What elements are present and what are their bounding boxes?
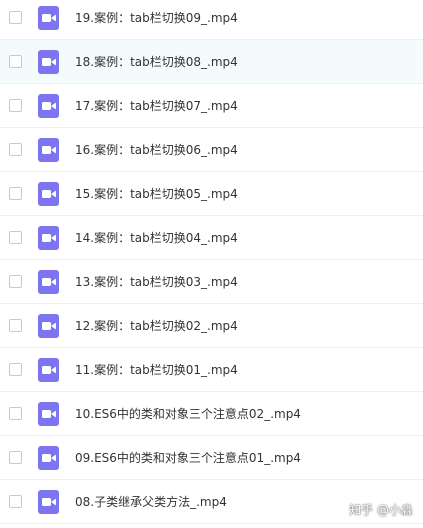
row-checkbox[interactable] <box>9 55 22 68</box>
row-checkbox[interactable] <box>9 99 22 112</box>
row-checkbox[interactable] <box>9 187 22 200</box>
row-checkbox[interactable] <box>9 451 22 464</box>
row-checkbox[interactable] <box>9 407 22 420</box>
video-icon <box>38 182 59 206</box>
file-name[interactable]: 12.案例：tab栏切换02_.mp4 <box>75 318 238 334</box>
file-row[interactable]: 19.案例：tab栏切换09_.mp4 <box>0 0 423 40</box>
video-icon <box>38 50 59 74</box>
video-icon <box>38 402 59 426</box>
video-icon <box>38 270 59 294</box>
video-icon <box>38 226 59 250</box>
watermark: 知乎 @小淼 <box>349 503 413 517</box>
video-icon <box>38 138 59 162</box>
file-name[interactable]: 14.案例：tab栏切换04_.mp4 <box>75 230 238 246</box>
file-row[interactable]: 15.案例：tab栏切换05_.mp4 <box>0 172 423 216</box>
video-icon <box>38 446 59 470</box>
row-checkbox[interactable] <box>9 275 22 288</box>
file-row[interactable]: 11.案例：tab栏切换01_.mp4 <box>0 348 423 392</box>
file-name[interactable]: 17.案例：tab栏切换07_.mp4 <box>75 98 238 114</box>
row-checkbox[interactable] <box>9 11 22 24</box>
row-checkbox[interactable] <box>9 319 22 332</box>
video-icon <box>38 6 59 30</box>
video-icon <box>38 314 59 338</box>
file-row[interactable]: 10.ES6中的类和对象三个注意点02_.mp4 <box>0 392 423 436</box>
row-checkbox[interactable] <box>9 363 22 376</box>
file-row[interactable]: 18.案例：tab栏切换08_.mp4 <box>0 40 423 84</box>
row-checkbox[interactable] <box>9 231 22 244</box>
file-name[interactable]: 08.子类继承父类方法_.mp4 <box>75 494 227 510</box>
file-name[interactable]: 18.案例：tab栏切换08_.mp4 <box>75 54 238 70</box>
row-checkbox[interactable] <box>9 495 22 508</box>
file-name[interactable]: 16.案例：tab栏切换06_.mp4 <box>75 142 238 158</box>
file-name[interactable]: 13.案例：tab栏切换03_.mp4 <box>75 274 238 290</box>
file-row[interactable]: 12.案例：tab栏切换02_.mp4 <box>0 304 423 348</box>
file-row[interactable]: 13.案例：tab栏切换03_.mp4 <box>0 260 423 304</box>
file-row[interactable]: 14.案例：tab栏切换04_.mp4 <box>0 216 423 260</box>
file-name[interactable]: 09.ES6中的类和对象三个注意点01_.mp4 <box>75 450 301 466</box>
video-icon <box>38 490 59 514</box>
file-name[interactable]: 15.案例：tab栏切换05_.mp4 <box>75 186 238 202</box>
file-row[interactable]: 16.案例：tab栏切换06_.mp4 <box>0 128 423 172</box>
file-row[interactable]: 17.案例：tab栏切换07_.mp4 <box>0 84 423 128</box>
file-name[interactable]: 10.ES6中的类和对象三个注意点02_.mp4 <box>75 406 301 422</box>
file-name[interactable]: 19.案例：tab栏切换09_.mp4 <box>75 10 238 26</box>
row-checkbox[interactable] <box>9 143 22 156</box>
file-row[interactable]: 09.ES6中的类和对象三个注意点01_.mp4 <box>0 436 423 480</box>
file-list: 19.案例：tab栏切换09_.mp4 18.案例：tab栏切换08_.mp4 … <box>0 0 423 524</box>
video-icon <box>38 94 59 118</box>
file-name[interactable]: 11.案例：tab栏切换01_.mp4 <box>75 362 238 378</box>
video-icon <box>38 358 59 382</box>
